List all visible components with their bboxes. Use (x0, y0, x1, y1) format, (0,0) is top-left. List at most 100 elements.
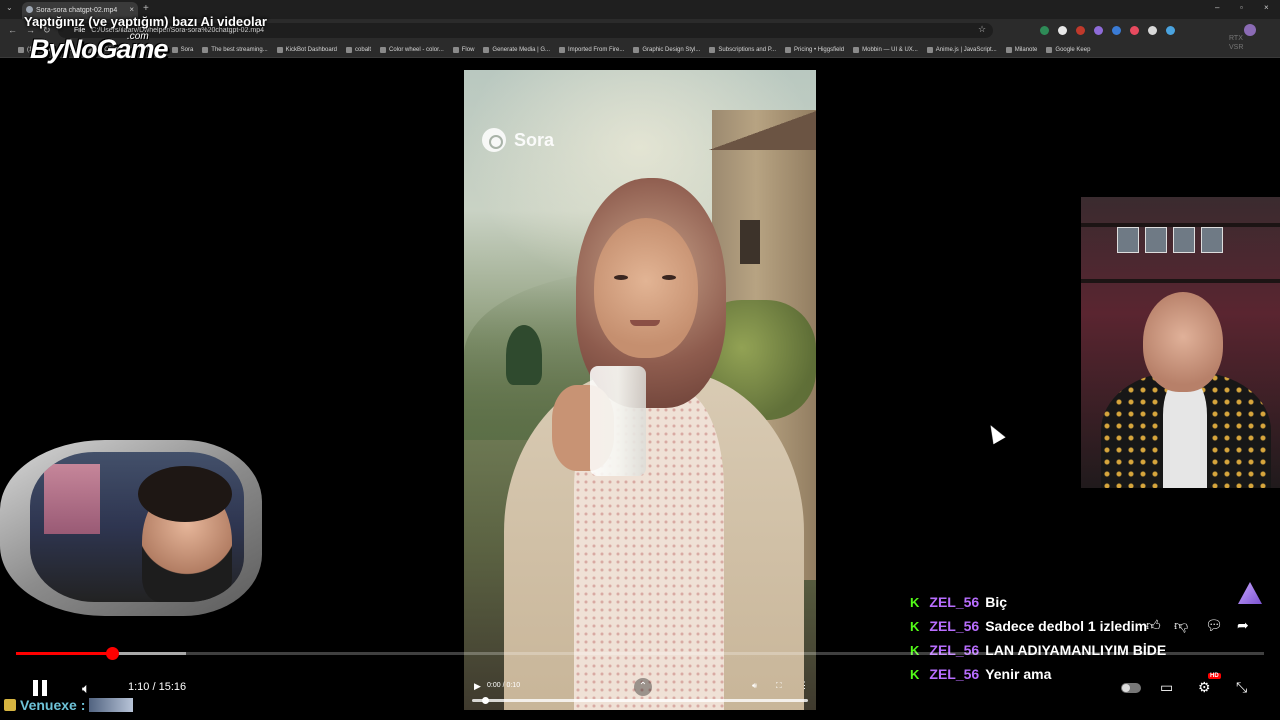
chat-message: K ZEL_56 Sadece dedbol 1 izledim (910, 614, 1180, 638)
bookmark-label: Anime.js | JavaScript... (935, 46, 997, 53)
woman-face (594, 218, 698, 358)
webcam-streamer-left (30, 452, 244, 602)
extension-icon[interactable] (1112, 26, 1121, 35)
chat-username: ZEL_56 (929, 594, 980, 610)
player-progress-track[interactable] (16, 652, 1264, 655)
ticker-icon (4, 699, 16, 711)
bookmark-label: Sora (180, 46, 194, 53)
dislike-icon[interactable]: 👎︎ (1174, 617, 1188, 634)
extension-icon[interactable] (1040, 26, 1049, 35)
bookmark-label: Milanote (1014, 46, 1038, 53)
back-icon[interactable]: ← (8, 25, 17, 35)
bookmark-item[interactable]: Milanote (1005, 46, 1038, 53)
video-more-icon[interactable]: ⋮ (800, 680, 809, 691)
maximize-icon[interactable]: ▫ (1240, 3, 1243, 12)
player-scrubber[interactable] (106, 647, 119, 660)
like-icon[interactable]: 👍︎ (1146, 617, 1161, 634)
woman-smile (630, 320, 660, 326)
bookmark-item[interactable]: Google Keep (1046, 46, 1090, 53)
bookmark-star-icon[interactable]: ☆ (978, 24, 986, 35)
bookmark-label: Generate Media | G... (492, 46, 551, 53)
gear-icon[interactable]: ⚙ (1198, 679, 1211, 696)
tree (506, 325, 542, 385)
bookmark-label: The best streaming... (211, 46, 268, 53)
extension-icon[interactable] (1076, 26, 1085, 35)
collectible-box (1201, 227, 1223, 253)
bookmark-item[interactable]: The best streaming... (202, 46, 268, 53)
rtx-vsr-label: RTX VSR (1229, 35, 1244, 51)
chat-message: K ZEL_56 LAN ADIYAMANLIYIM BİDE (910, 638, 1180, 662)
bookmark-favicon-icon (483, 46, 490, 53)
bookmark-label: KickBot Dashboard (285, 46, 338, 53)
mouse-cursor-icon (984, 421, 1006, 445)
video-volume-icon[interactable]: 🔊︎ (752, 681, 757, 691)
chat-text: Yenir ama (985, 666, 1052, 682)
chat-message: K ZEL_56 Yenir ama (910, 662, 1180, 686)
player-played-bar (16, 652, 112, 655)
video-controls: ▶ 0:00 / 0:10 ⌃ 🔊︎ ⛶ ⋮ (464, 676, 816, 710)
close-window-icon[interactable]: × (1264, 3, 1269, 12)
chat-text: Biç (985, 594, 1007, 610)
chevron-up-icon[interactable]: ⌃ (634, 678, 652, 696)
chat-username: ZEL_56 (929, 666, 980, 682)
bookmark-item[interactable]: Imported From Fire... (559, 46, 624, 53)
shelf (1081, 279, 1280, 283)
video-fullscreen-icon[interactable]: ⛶ (776, 681, 782, 691)
player-time: 1:10 / 15:16 (128, 681, 187, 693)
exit-fullscreen-icon[interactable]: ⤡ (1236, 679, 1247, 696)
bookmark-favicon-icon (452, 46, 459, 53)
bookmark-item[interactable]: Mobbin — UI & UX... (853, 46, 918, 53)
bookmark-favicon-icon (202, 46, 209, 53)
kick-badge-icon: K (910, 642, 920, 658)
share-icon[interactable]: ➦ (1237, 617, 1249, 634)
bookmarks-bar: (10) Home / Twitter VCClient New chat Sora T… (0, 42, 1280, 58)
woman-eye-right (662, 275, 676, 280)
house-window (740, 220, 760, 264)
bookmark-item[interactable]: Pricing • Higgsfield (784, 46, 844, 53)
volume-icon[interactable]: 🔈︎ (82, 680, 90, 697)
bookmark-favicon-icon (559, 46, 566, 53)
bookmark-item[interactable]: Sora (171, 46, 194, 53)
video-progress-thumb[interactable] (482, 697, 489, 704)
profile-avatar[interactable] (1244, 24, 1256, 36)
subtitles-icon[interactable]: ▭ (1160, 679, 1173, 696)
close-tab-icon[interactable]: × (129, 5, 134, 14)
autoplay-toggle[interactable] (1121, 683, 1141, 693)
new-tab-icon[interactable]: + (143, 3, 149, 14)
bookmark-item[interactable]: Generate Media | G... (483, 46, 551, 53)
bookmark-item[interactable]: Color wheel - color... (380, 46, 444, 53)
bookmark-label: cobalt (355, 46, 372, 53)
minimize-icon[interactable]: – (1215, 3, 1219, 12)
chat-username: ZEL_56 (929, 642, 980, 658)
extension-icon[interactable] (1166, 26, 1175, 35)
donation-ticker: Venuexe : (4, 697, 134, 713)
bookmark-item[interactable]: Anime.js | JavaScript... (926, 46, 997, 53)
bookmark-item[interactable]: KickBot Dashboard (276, 46, 338, 53)
bookmark-item[interactable]: Flow (452, 46, 475, 53)
stream-title: Yaptığınız (ve yaptığım) bazı Ai videola… (24, 14, 267, 29)
webcam-streamer-right (1081, 197, 1280, 488)
sora-video[interactable]: Sora (464, 70, 816, 710)
kick-badge-icon: K (910, 618, 920, 634)
pink-light (44, 464, 100, 534)
glass-of-ayran (590, 366, 646, 476)
bookmark-favicon-icon (853, 46, 860, 53)
bookmark-item[interactable]: Graphic Design Styl... (633, 46, 700, 53)
video-play-icon[interactable]: ▶ (474, 681, 481, 692)
sora-logo-icon (482, 128, 506, 152)
bookmark-item[interactable]: cobalt (346, 46, 372, 53)
extension-icon[interactable] (1130, 26, 1139, 35)
bookmark-label: Flow (461, 46, 475, 53)
bookmark-favicon-icon (1046, 46, 1053, 53)
bookmark-favicon-icon (784, 46, 791, 53)
tab-list-icon[interactable]: ⌄ (6, 3, 13, 12)
chat-username: ZEL_56 (929, 618, 980, 634)
video-progress-track[interactable] (472, 699, 808, 702)
hd-badge: HD (1208, 673, 1221, 679)
extension-icon[interactable] (1058, 26, 1067, 35)
pause-icon[interactable] (32, 680, 48, 696)
extension-icon[interactable] (1148, 26, 1157, 35)
comment-icon[interactable]: 💬︎ (1205, 617, 1223, 634)
extension-icon[interactable] (1094, 26, 1103, 35)
bookmark-item[interactable]: Subscriptions and P... (709, 46, 776, 53)
